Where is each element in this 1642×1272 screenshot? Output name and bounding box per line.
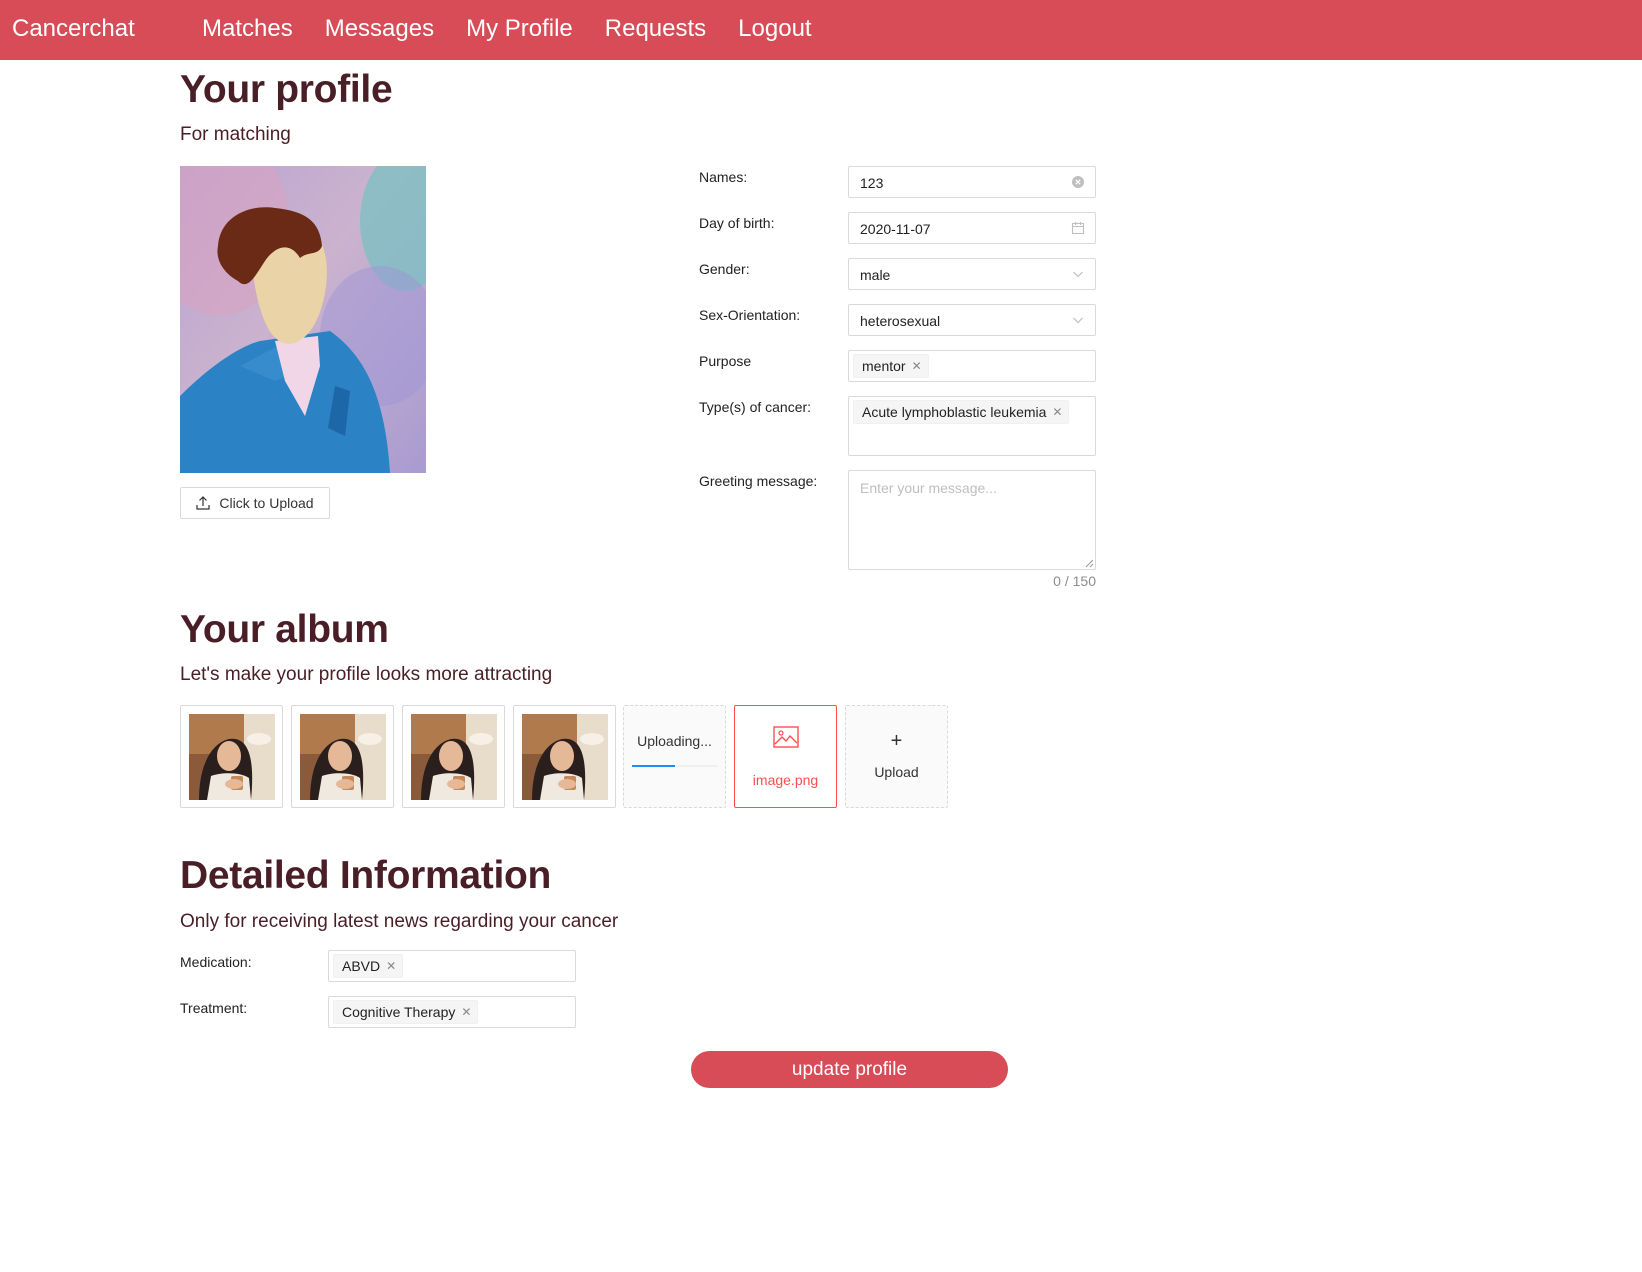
treatment-multiselect[interactable]: Cognitive Therapy ✕ [328, 996, 576, 1028]
cancer-type-tag: Acute lymphoblastic leukemia ✕ [853, 400, 1070, 424]
plus-icon: + [890, 730, 903, 752]
nav-link-messages[interactable]: Messages [325, 15, 434, 43]
remove-tag-icon[interactable]: ✕ [386, 959, 396, 973]
error-file-name: image.png [752, 772, 819, 788]
calendar-icon [1071, 221, 1085, 238]
medication-tag-label: ABVD [342, 958, 381, 974]
medication-multiselect[interactable]: ABVD ✕ [328, 950, 576, 982]
detailed-subtitle: Only for receiving latest news regarding… [180, 911, 619, 932]
gender-select[interactable]: male [848, 258, 1096, 290]
purpose-tag: mentor ✕ [853, 354, 929, 378]
nav-link-logout[interactable]: Logout [738, 15, 811, 43]
nav-links: Matches Messages My Profile Requests Log… [202, 15, 844, 43]
greeting-char-counter: 0 / 150 [1053, 573, 1096, 589]
gender-label: Gender: [699, 261, 750, 277]
treatment-label: Treatment: [180, 1000, 248, 1016]
names-value: 123 [860, 175, 884, 191]
detailed-title: Detailed Information [180, 854, 552, 897]
nav-link-matches[interactable]: Matches [202, 15, 293, 43]
treatment-tag: Cognitive Therapy ✕ [333, 1000, 479, 1024]
gender-value: male [860, 267, 891, 283]
resize-handle-icon[interactable] [1085, 559, 1094, 568]
remove-tag-icon[interactable]: ✕ [912, 359, 922, 373]
orientation-select[interactable]: heterosexual [848, 304, 1096, 336]
purpose-multiselect[interactable]: mentor ✕ [848, 350, 1096, 382]
album-photo-thumbnail [522, 714, 608, 800]
dob-datepicker[interactable]: 2020-11-07 [848, 212, 1096, 244]
orientation-value: heterosexual [860, 313, 941, 329]
uploading-text: Uploading... [637, 733, 712, 749]
album-uploading-card: Uploading... [623, 705, 726, 808]
dob-value: 2020-11-07 [860, 221, 931, 237]
nav-link-my-profile[interactable]: My Profile [466, 15, 573, 43]
treatment-tag-label: Cognitive Therapy [342, 1004, 456, 1020]
album-subtitle: Let's make your profile looks more attra… [180, 664, 553, 685]
cancer-type-label: Type(s) of cancer: [699, 399, 812, 415]
profile-subtitle: For matching [180, 124, 291, 145]
chevron-down-icon [1071, 267, 1085, 284]
greeting-textarea[interactable]: Enter your message... [848, 470, 1096, 570]
names-label: Names: [699, 169, 748, 185]
album-title: Your album [180, 608, 389, 651]
album-photo-thumbnail [411, 714, 497, 800]
album-photo-thumbnail [300, 714, 386, 800]
remove-tag-icon[interactable]: ✕ [1052, 405, 1062, 419]
album-photo-card[interactable] [291, 705, 394, 808]
chevron-down-icon [1071, 313, 1085, 330]
cancer-type-tag-label: Acute lymphoblastic leukemia [862, 404, 1047, 420]
dob-label: Day of birth: [699, 215, 775, 231]
profile-title: Your profile [180, 68, 393, 111]
top-navbar: Cancerchat Matches Messages My Profile R… [0, 0, 1642, 60]
greeting-label: Greeting message: [699, 473, 818, 489]
album-error-card[interactable]: image.png [734, 705, 837, 808]
upload-progress-bar [632, 765, 718, 767]
album-upload-button[interactable]: + Upload [845, 705, 948, 808]
remove-tag-icon[interactable]: ✕ [461, 1005, 471, 1019]
album-upload-label: Upload [874, 764, 919, 780]
greeting-placeholder: Enter your message... [860, 480, 997, 496]
purpose-label: Purpose [699, 353, 752, 369]
medication-tag: ABVD ✕ [333, 954, 404, 978]
profile-photo [180, 166, 426, 473]
nav-link-requests[interactable]: Requests [605, 15, 706, 43]
album-photo-card[interactable] [513, 705, 616, 808]
clear-icon[interactable] [1071, 175, 1085, 192]
album-photo-card[interactable] [180, 705, 283, 808]
brand-logo[interactable]: Cancerchat [12, 15, 135, 43]
album-photo-card[interactable] [402, 705, 505, 808]
names-input[interactable]: 123 [848, 166, 1096, 198]
upload-icon [196, 496, 211, 510]
upload-progress-fill [632, 765, 675, 767]
click-to-upload-button[interactable]: Click to Upload [180, 487, 330, 519]
medication-label: Medication: [180, 954, 252, 970]
orientation-label: Sex-Orientation: [699, 307, 801, 323]
update-profile-button[interactable]: update profile [691, 1051, 1008, 1088]
album-photo-thumbnail [189, 714, 275, 800]
picture-icon [773, 726, 799, 748]
upload-button-label: Click to Upload [219, 495, 314, 511]
cancer-type-multiselect[interactable]: Acute lymphoblastic leukemia ✕ [848, 396, 1096, 456]
purpose-tag-label: mentor [862, 358, 906, 374]
